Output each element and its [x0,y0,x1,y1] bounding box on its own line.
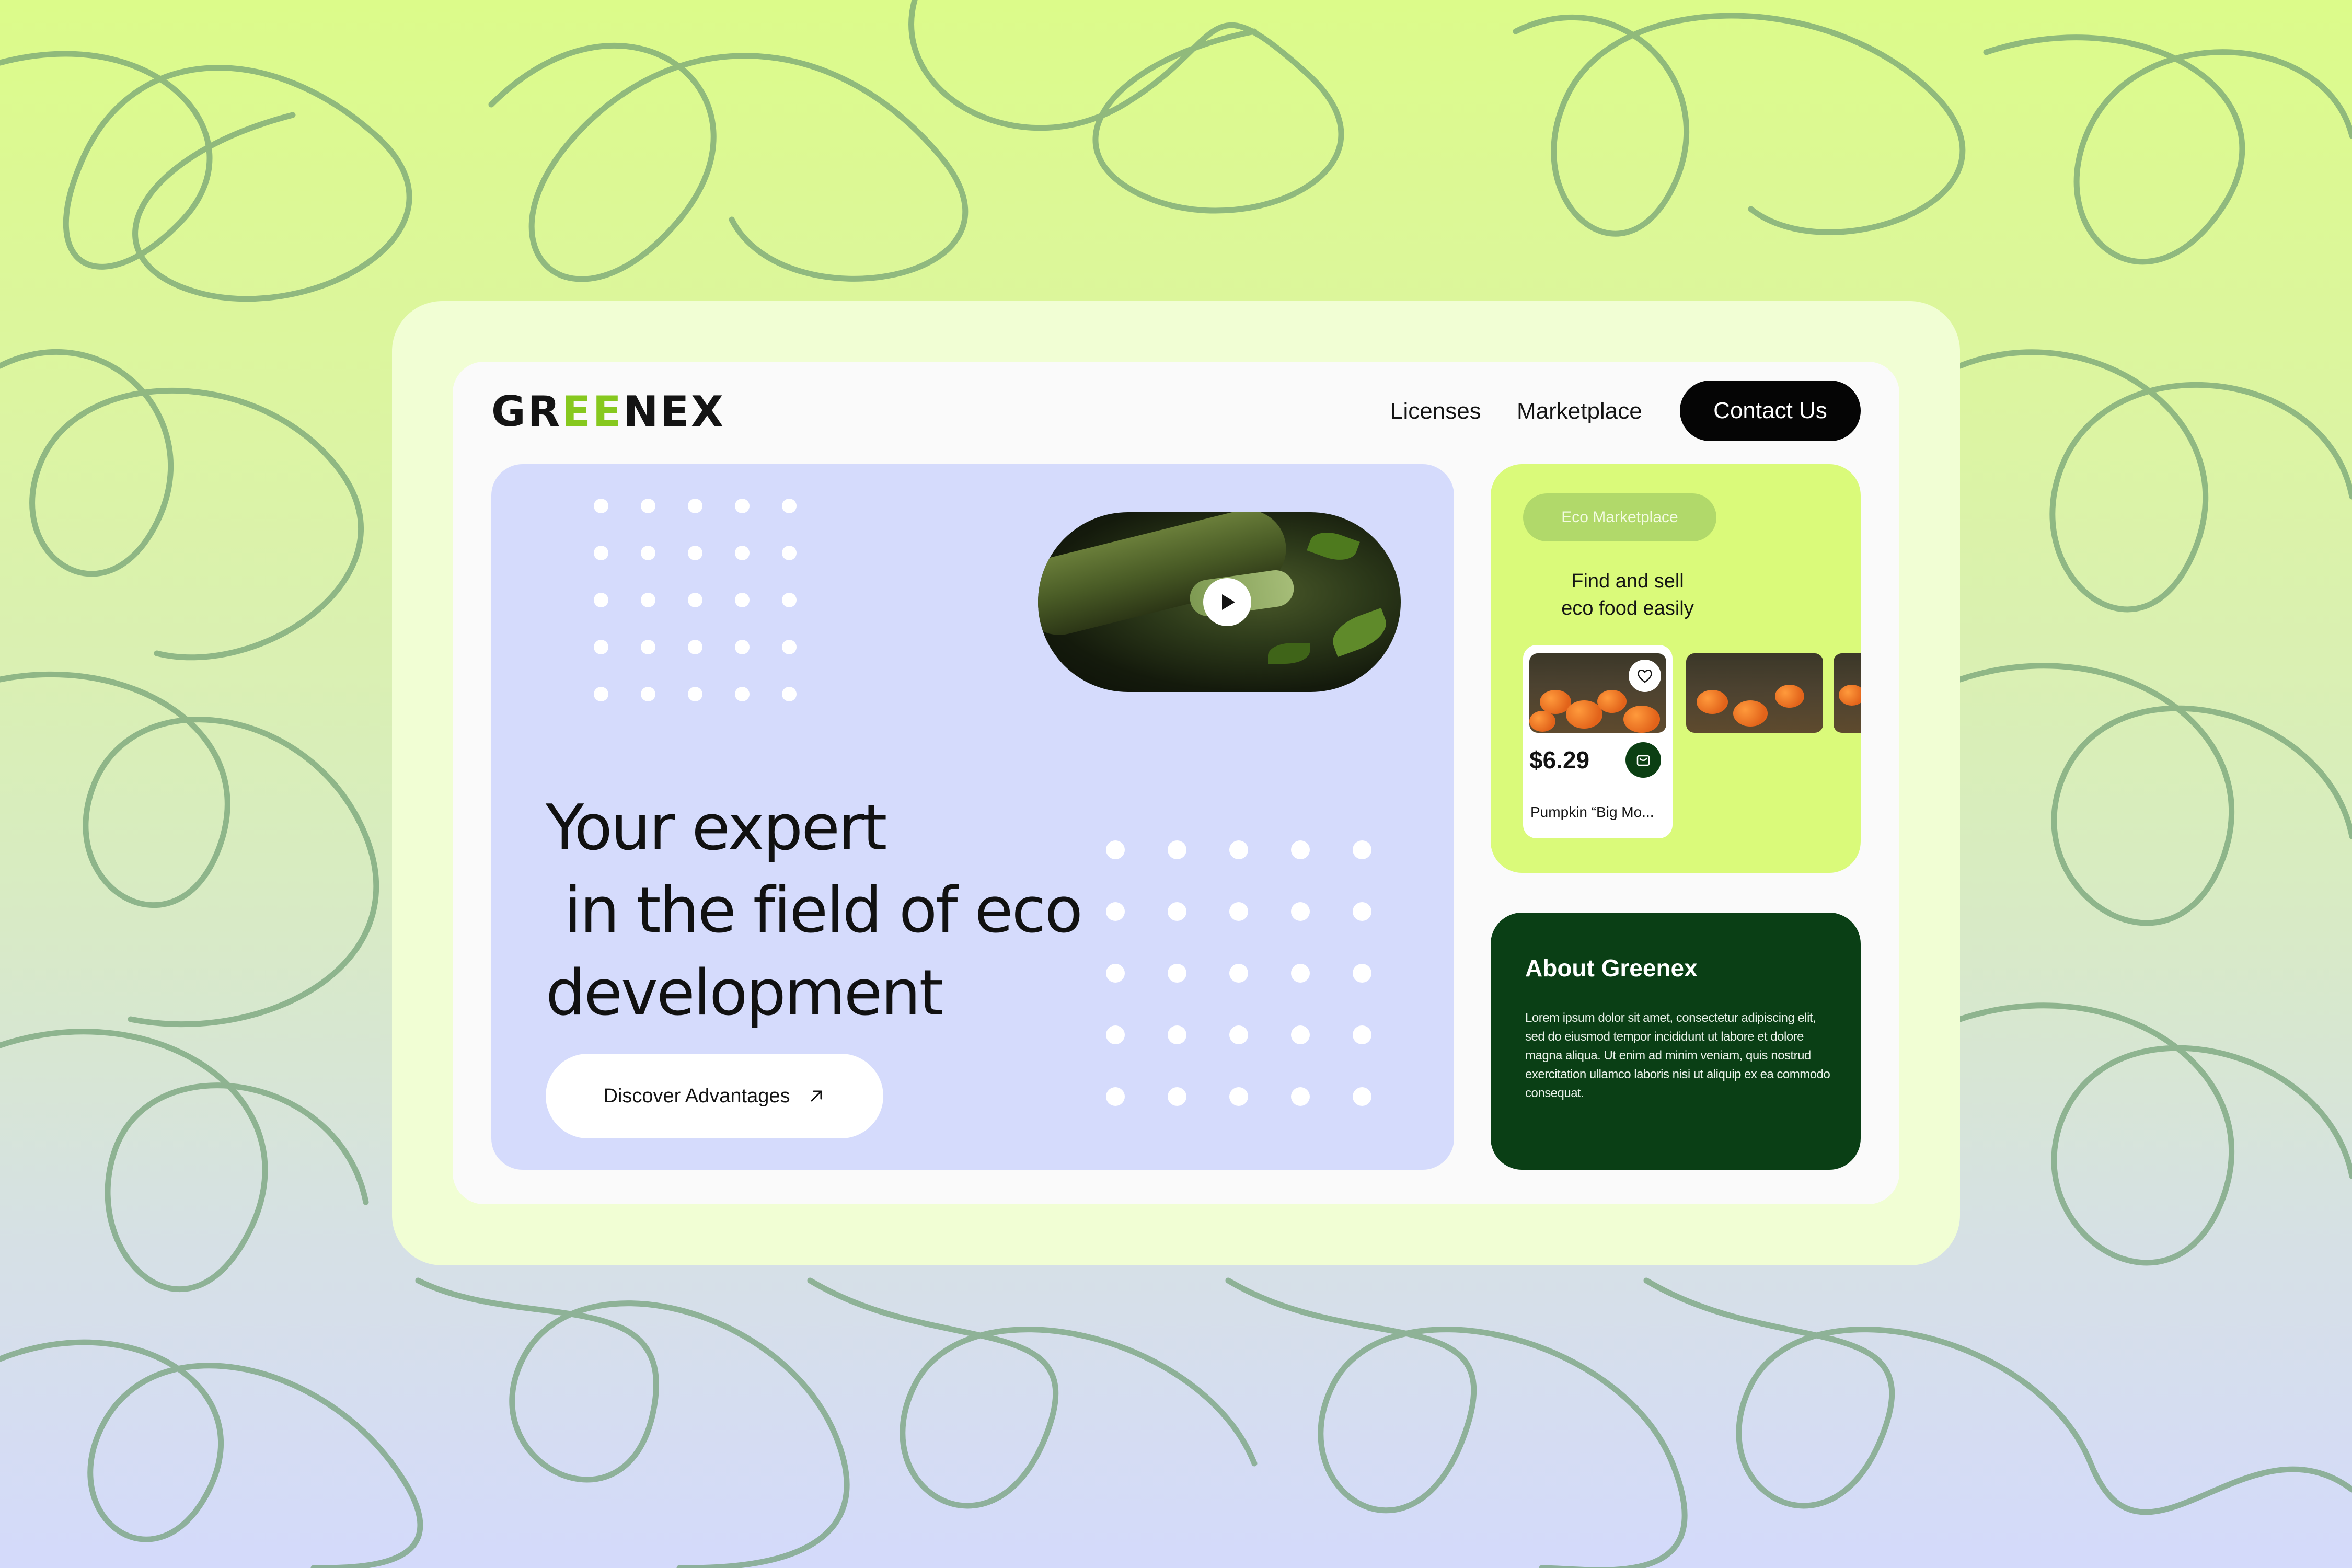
about-title: About Greenex [1525,954,1698,982]
discover-advantages-button[interactable]: Discover Advantages [546,1054,883,1138]
discover-advantages-label: Discover Advantages [603,1085,790,1107]
greenex-logo[interactable]: GR EE NEX [491,387,725,436]
favorite-button[interactable] [1629,660,1661,692]
video-leaf [1268,643,1310,664]
headline-line-1: Your expert [546,792,887,864]
hero-headline: Your expert in the field of eco developm… [546,787,1121,1035]
product-thumbnail[interactable] [1686,653,1823,733]
nav-licenses-link[interactable]: Licenses [1390,393,1481,430]
eco-marketplace-panel: Eco Marketplace Find and sell eco food e… [1491,464,1861,873]
eco-marketplace-badge[interactable]: Eco Marketplace [1523,493,1716,541]
hero-panel: Your expert in the field of eco developm… [491,464,1454,1170]
logo-part-1: GR [491,387,562,436]
cart-icon [1636,755,1650,766]
about-panel: About Greenex Lorem ipsum dolor sit amet… [1491,913,1861,1170]
product-thumbnail[interactable] [1834,653,1861,733]
product-card[interactable]: $6.29 Pumpkin “Big Mo... [1523,645,1673,838]
nav-marketplace-link[interactable]: Marketplace [1517,393,1642,430]
video-thumbnail[interactable] [1038,512,1401,692]
logo-part-3: NEX [623,387,725,436]
headline-line-2: in the field of eco [546,874,1083,947]
arrow-up-right-icon [811,1090,822,1102]
marketplace-title-line-1: Find and sell [1571,570,1684,592]
logo-part-2: EE [562,387,624,436]
headline-line-3: development [546,957,944,1030]
pumpkin-shape [1839,685,1861,706]
dot-grid-bottom [1106,840,1371,1106]
about-description: Lorem ipsum dolor sit amet, consectetur … [1525,1011,1830,1100]
pumpkin-shape [1597,690,1627,713]
pumpkin-shape [1697,690,1728,714]
video-leaf [1307,526,1360,567]
pumpkin-shape [1529,711,1555,732]
marketplace-title-line-2: eco food easily [1561,597,1694,619]
dot-grid-top [594,499,797,701]
heart-icon [1638,670,1652,683]
pumpkin-shape [1733,700,1768,727]
add-to-cart-button[interactable] [1625,742,1661,778]
contact-us-button[interactable]: Contact Us [1680,381,1861,441]
pumpkin-shape [1623,706,1660,733]
product-image [1529,653,1666,733]
play-icon [1222,594,1235,610]
pumpkin-shape [1566,700,1602,729]
product-price: $6.29 [1529,746,1590,774]
video-leaf [1327,607,1392,658]
marketplace-title: Find and sell eco food easily [1523,568,1732,622]
play-button[interactable] [1203,578,1251,626]
pumpkin-shape [1775,685,1804,708]
product-name: Pumpkin “Big Mo... [1530,804,1654,820]
